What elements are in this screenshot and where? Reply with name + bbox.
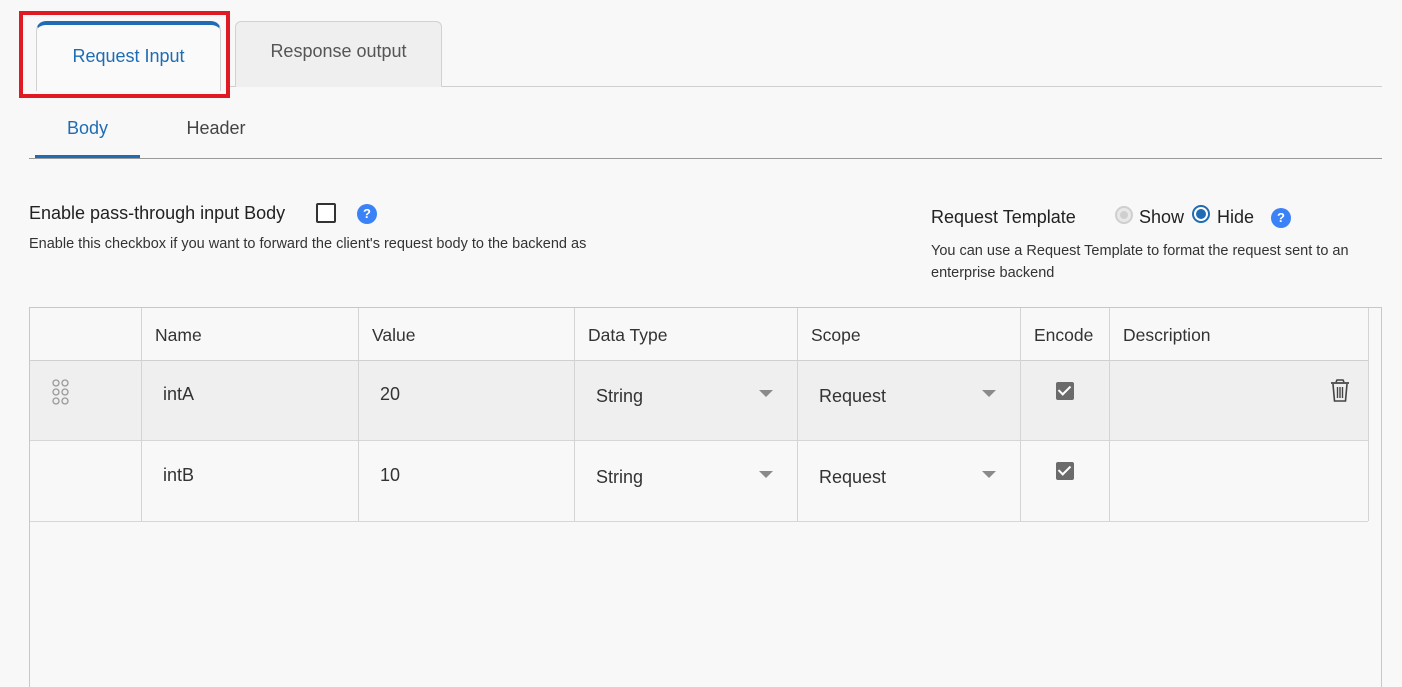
row-scope-select[interactable]: Request [819, 467, 886, 488]
tab-request-input[interactable]: Request Input [36, 21, 221, 91]
radio-show[interactable] [1115, 206, 1133, 224]
column-header-scope: Scope [811, 325, 861, 345]
pass-through-checkbox[interactable] [316, 203, 336, 223]
column-divider [574, 308, 575, 521]
row-name-input[interactable]: intA [163, 384, 194, 405]
subtab-header[interactable]: Header [171, 118, 261, 139]
row-value-input[interactable]: 10 [380, 465, 400, 486]
chevron-down-icon[interactable] [759, 390, 773, 397]
tab-response-output-label: Response output [270, 41, 407, 61]
pass-through-label: Enable pass-through input Body [29, 203, 286, 223]
row-value-input[interactable]: 20 [380, 384, 400, 405]
request-template-label: Request Template [931, 207, 1076, 227]
pass-through-help-icon[interactable]: ? [357, 204, 377, 224]
trash-icon[interactable] [1330, 379, 1350, 403]
pass-through-description: Enable this checkbox if you want to forw… [29, 236, 587, 252]
row-data-type-select[interactable]: String [596, 386, 643, 407]
column-divider [797, 308, 798, 521]
request-template-help-icon[interactable]: ? [1271, 208, 1291, 228]
table-row: intB 10 String Request [30, 442, 1368, 522]
chevron-down-icon[interactable] [982, 471, 996, 478]
chevron-down-icon[interactable] [759, 471, 773, 478]
column-divider [1368, 308, 1369, 521]
column-divider [1109, 308, 1110, 521]
column-divider [358, 308, 359, 521]
table-row: intA 20 String Request [30, 361, 1368, 441]
parameters-table: Name Value Data Type Scope Encode Descri… [29, 307, 1382, 687]
subtab-body[interactable]: Body [35, 118, 140, 139]
column-header-encode: Encode [1034, 325, 1094, 345]
row-name-input[interactable]: intB [163, 465, 194, 486]
table-header-row: Name Value Data Type Scope Encode Descri… [30, 308, 1368, 361]
tab-response-output[interactable]: Response output [235, 21, 442, 87]
chevron-down-icon[interactable] [982, 390, 996, 397]
row-data-type-select[interactable]: String [596, 467, 643, 488]
row-scope-select[interactable]: Request [819, 386, 886, 407]
column-header-value: Value [372, 325, 416, 345]
column-header-description: Description [1123, 325, 1211, 345]
radio-hide-label[interactable]: Hide [1217, 207, 1254, 228]
column-divider [141, 308, 142, 521]
column-header-name: Name [155, 325, 202, 345]
tab-request-input-label: Request Input [72, 46, 185, 66]
top-tab-bar: Request Input Response output [0, 0, 1402, 98]
radio-hide[interactable] [1192, 205, 1210, 223]
column-header-data-type: Data Type [588, 325, 668, 345]
subtab-divider [29, 158, 1382, 159]
column-divider [1020, 308, 1021, 521]
request-template-description: You can use a Request Template to format… [931, 243, 1349, 281]
row-encode-checkbox[interactable] [1056, 382, 1074, 400]
drag-handle-icon[interactable] [51, 379, 71, 407]
radio-show-label[interactable]: Show [1139, 207, 1184, 228]
row-encode-checkbox[interactable] [1056, 462, 1074, 480]
